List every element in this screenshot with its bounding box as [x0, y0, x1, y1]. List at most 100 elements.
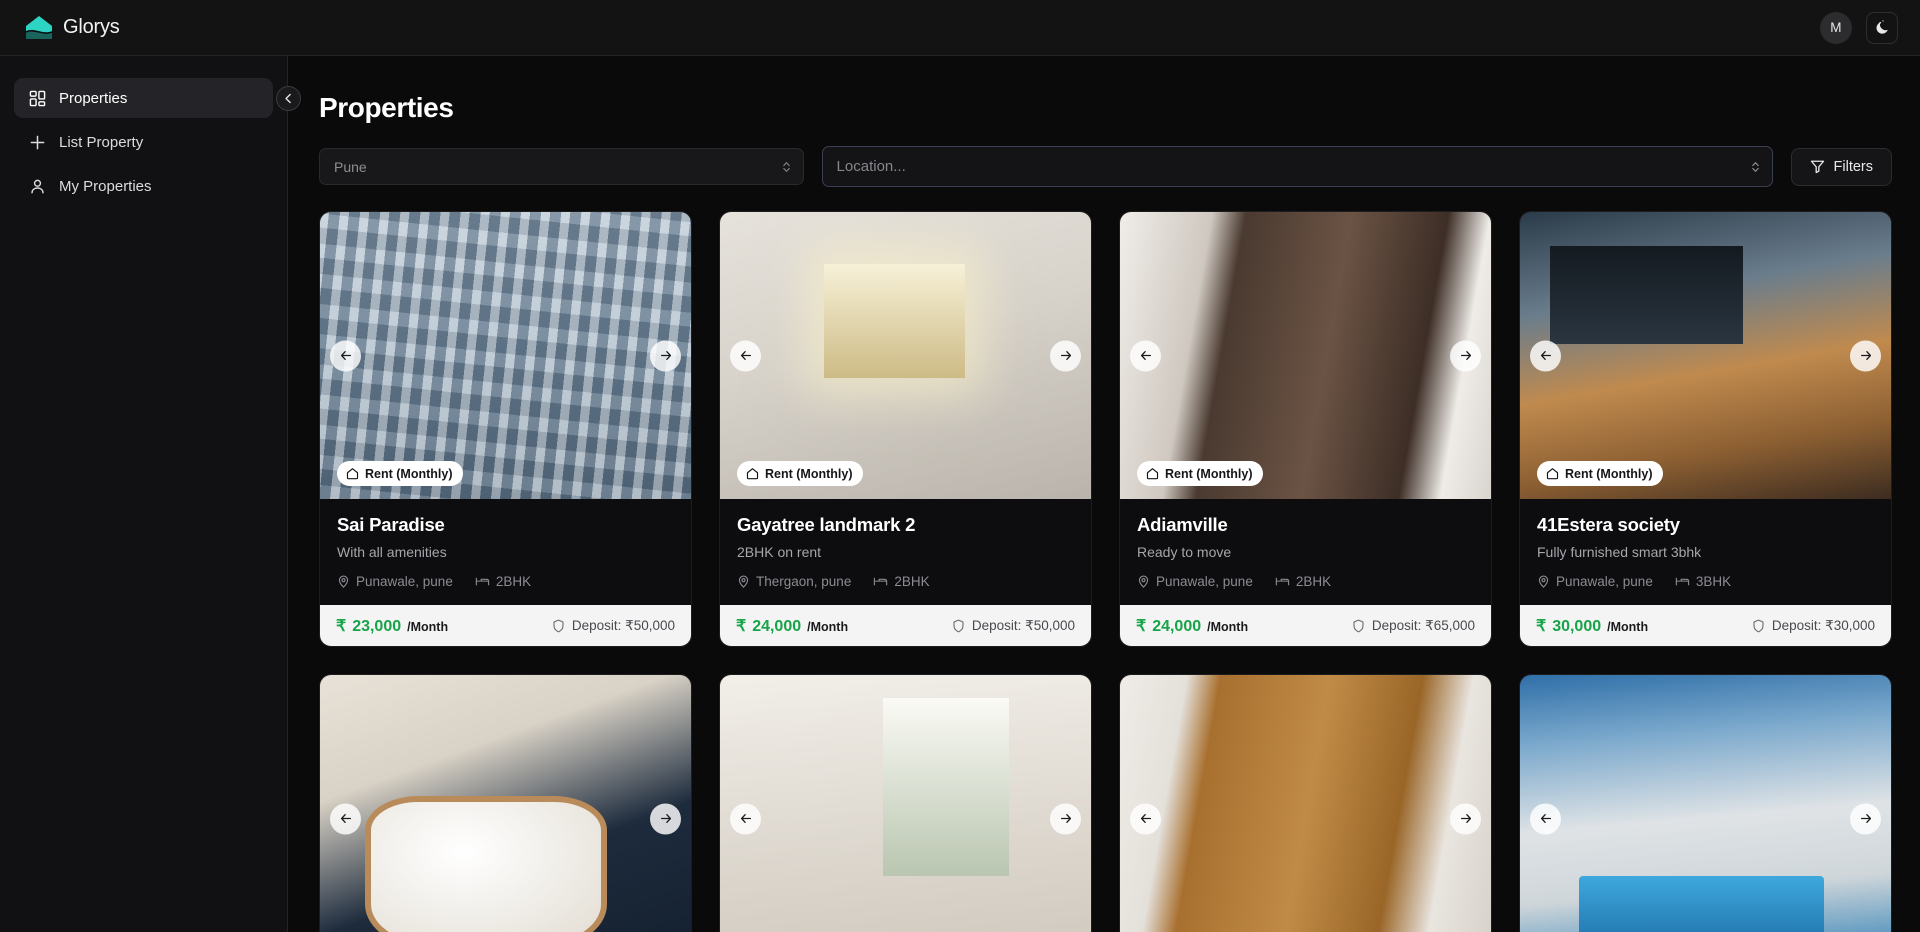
user-icon	[28, 177, 47, 196]
property-subtitle: Fully furnished smart 3bhk	[1537, 544, 1702, 560]
property-card[interactable]	[1519, 674, 1892, 932]
carousel-prev-button[interactable]	[1130, 340, 1161, 371]
layout-grid-icon	[28, 89, 47, 108]
page-title: Properties	[319, 92, 454, 123]
carousel-prev-button[interactable]	[1530, 340, 1561, 371]
property-price: ₹ 23,000 /Month	[336, 616, 448, 636]
arrow-right-icon	[1460, 350, 1471, 361]
sidebar-item-list-property[interactable]: List Property	[14, 122, 273, 162]
sidebar-item-label: My Properties	[59, 177, 152, 195]
property-price-period: /Month	[407, 619, 449, 634]
filters-button[interactable]: Filters	[1790, 147, 1892, 186]
shield-icon	[1753, 619, 1764, 632]
property-photo	[1120, 212, 1491, 499]
property-card[interactable]: Rent (Monthly) Adiamville Ready to move …	[1119, 211, 1492, 647]
property-image-carousel[interactable]	[720, 675, 1091, 932]
property-card[interactable]	[319, 674, 692, 932]
carousel-next-button[interactable]	[1850, 340, 1881, 371]
avatar[interactable]: M	[1820, 11, 1852, 44]
property-photo	[1520, 675, 1891, 932]
property-image-carousel[interactable]: Rent (Monthly)	[320, 212, 691, 499]
property-bhk: 3BHK	[1675, 574, 1731, 589]
carousel-prev-button[interactable]	[330, 803, 361, 834]
brand-name: Glorys	[63, 16, 120, 38]
arrow-right-icon	[1060, 813, 1071, 824]
carousel-next-button[interactable]	[650, 340, 681, 371]
property-card[interactable]: Rent (Monthly) Gayatree landmark 2 2BHK …	[719, 211, 1092, 647]
chevron-up-down-icon	[1751, 160, 1760, 173]
status-badge-label: Rent (Monthly)	[765, 466, 853, 481]
arrow-left-icon	[340, 350, 351, 361]
property-photo	[720, 212, 1091, 499]
city-select[interactable]: Pune	[319, 148, 804, 185]
property-deposit-label: Deposit: ₹30,000	[1771, 617, 1875, 633]
property-image-carousel[interactable]: Rent (Monthly)	[1120, 212, 1491, 499]
carousel-next-button[interactable]	[1050, 803, 1081, 834]
property-bhk: 2BHK	[475, 574, 531, 589]
property-pricing: ₹ 24,000 /Month Deposit: ₹50,000	[720, 605, 1091, 646]
bed-icon	[475, 577, 490, 586]
property-meta: Punawale, pune 2BHK	[1137, 574, 1474, 589]
property-meta: Punawale, pune 2BHK	[337, 574, 674, 589]
property-pricing: ₹ 24,000 /Month Deposit: ₹65,000	[1120, 605, 1491, 646]
property-image-carousel[interactable]	[1120, 675, 1491, 932]
property-price-value: 24,000	[1152, 617, 1202, 635]
moon-stars-icon	[1876, 20, 1888, 34]
property-card[interactable]: Rent (Monthly) 41Estera society Fully fu…	[1519, 211, 1892, 647]
carousel-prev-button[interactable]	[330, 340, 361, 371]
sidebar-item-my-properties[interactable]: My Properties	[14, 166, 273, 206]
property-meta: Punawale, pune 3BHK	[1537, 574, 1874, 589]
property-bhk-label: 2BHK	[1295, 574, 1332, 589]
carousel-next-button[interactable]	[1850, 803, 1881, 834]
property-bhk-label: 2BHK	[894, 574, 930, 589]
property-image-carousel[interactable]	[1520, 675, 1891, 932]
arrow-right-icon	[660, 813, 671, 824]
property-deposit: Deposit: ₹65,000	[1352, 618, 1475, 634]
brand[interactable]: Glorys	[24, 14, 120, 42]
property-deposit: Deposit: ₹50,000	[952, 618, 1075, 634]
arrow-right-icon	[1060, 350, 1071, 361]
carousel-prev-button[interactable]	[730, 340, 761, 371]
arrow-right-icon	[660, 350, 671, 361]
sidebar-item-label: Properties	[59, 89, 128, 107]
chevron-up-down-icon	[782, 160, 791, 173]
location-field[interactable]	[821, 146, 1773, 187]
property-photo	[320, 212, 691, 499]
sidebar-item-properties[interactable]: Properties	[14, 78, 273, 118]
map-pin-icon	[738, 575, 749, 588]
home-icon	[746, 468, 759, 480]
status-badge: Rent (Monthly)	[1537, 461, 1664, 486]
property-price-value: 23,000	[352, 617, 402, 635]
property-location-label: Thergaon, pune	[756, 574, 852, 589]
property-location-label: Punawale, pune	[1556, 574, 1653, 589]
property-image-carousel[interactable]: Rent (Monthly)	[1520, 212, 1891, 499]
property-image-carousel[interactable]	[320, 675, 691, 932]
carousel-next-button[interactable]	[1050, 340, 1081, 371]
carousel-next-button[interactable]	[1450, 340, 1481, 371]
property-bhk: 2BHK	[1275, 574, 1331, 589]
property-title: Adiamville	[1137, 514, 1228, 535]
rupee-symbol: ₹	[1536, 617, 1547, 635]
sidebar-collapse-button[interactable]	[276, 86, 301, 111]
carousel-prev-button[interactable]	[730, 803, 761, 834]
home-icon	[346, 468, 359, 480]
carousel-next-button[interactable]	[650, 803, 681, 834]
arrow-left-icon	[1140, 350, 1151, 361]
theme-toggle-button[interactable]	[1866, 11, 1898, 44]
location-input[interactable]	[836, 158, 1758, 175]
property-card[interactable]	[719, 674, 1092, 932]
status-badge-label: Rent (Monthly)	[1165, 466, 1253, 481]
carousel-prev-button[interactable]	[1130, 803, 1161, 834]
arrow-left-icon	[1540, 350, 1551, 361]
property-image-carousel[interactable]: Rent (Monthly)	[720, 212, 1091, 499]
property-card[interactable]: Rent (Monthly) Sai Paradise With all ame…	[319, 211, 692, 647]
property-deposit: Deposit: ₹50,000	[552, 618, 675, 634]
property-price: ₹ 30,000 /Month	[1536, 616, 1648, 636]
property-photo	[720, 675, 1091, 932]
funnel-icon	[1810, 160, 1824, 174]
property-grid-row-1: Rent (Monthly) Sai Paradise With all ame…	[319, 211, 1892, 647]
carousel-prev-button[interactable]	[1530, 803, 1561, 834]
property-card[interactable]	[1119, 674, 1492, 932]
carousel-next-button[interactable]	[1450, 803, 1481, 834]
home-icon	[1146, 468, 1159, 480]
